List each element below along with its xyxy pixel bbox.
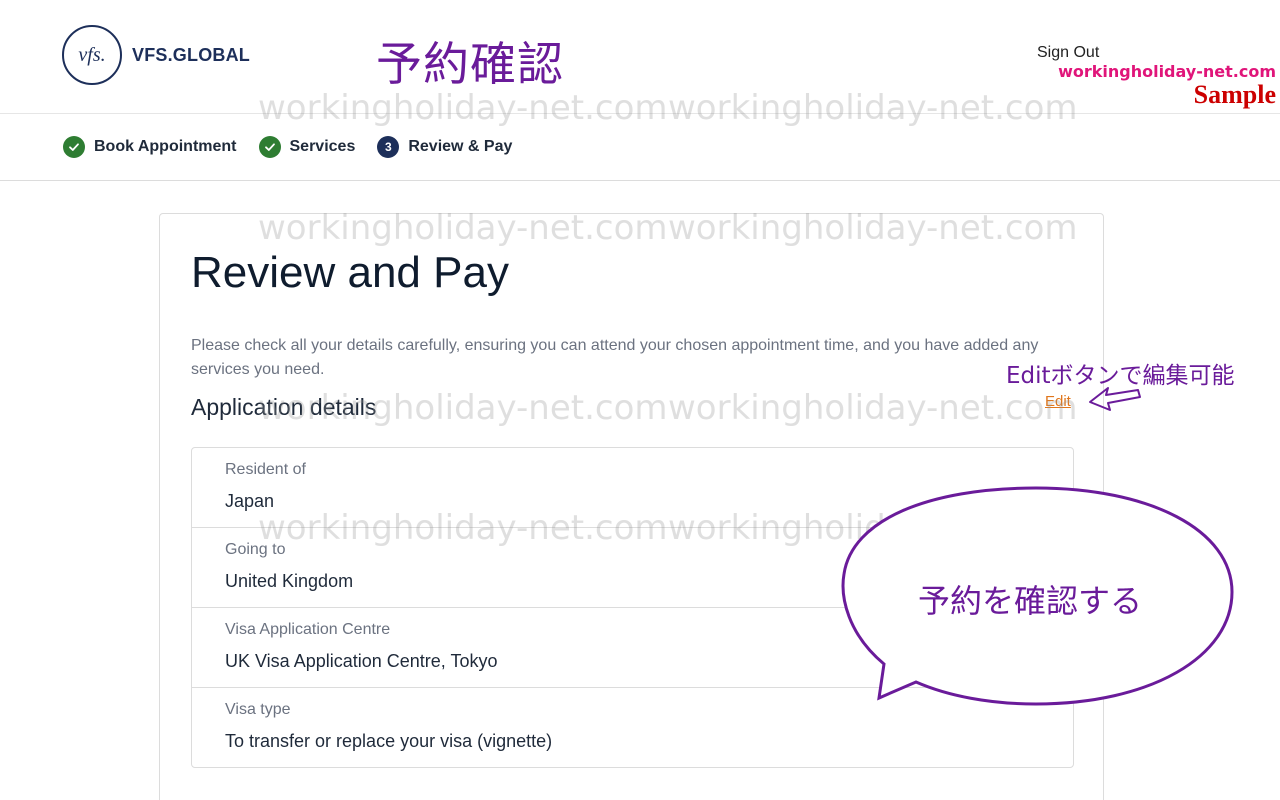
page-description: Please check all your details carefully,…	[191, 337, 1039, 378]
logo-text: VFS.GLOBAL	[132, 44, 250, 65]
annotation-bubble-text: 予約を確認する	[918, 582, 1143, 620]
progress-stepper: Book Appointment Services 3 Review & Pay	[0, 114, 1280, 181]
annotation-title: 予約確認	[376, 37, 564, 91]
step-review-pay[interactable]: 3 Review & Pay	[377, 136, 512, 158]
detail-value: To transfer or replace your visa (vignet…	[225, 731, 553, 751]
check-icon	[63, 136, 85, 158]
step-label: Services	[289, 138, 356, 155]
check-icon	[258, 136, 281, 158]
sign-out-link[interactable]: Sign Out	[1037, 44, 1099, 62]
header: vfs. VFS.GLOBAL 予約確認 Sign Out workinghol…	[0, 0, 1280, 114]
step-label: Book Appointment	[94, 138, 237, 155]
page-title: Review and Pay	[191, 248, 509, 297]
watermark-sample: Sample	[1193, 80, 1276, 109]
vfs-logo[interactable]: vfs. VFS.GLOBAL	[62, 25, 250, 85]
step-services[interactable]: Services	[258, 136, 356, 158]
watermark-site: workingholiday-net.com	[1058, 62, 1276, 81]
step-label: Review & Pay	[408, 138, 513, 155]
logo-mark: vfs.	[62, 25, 122, 85]
page: vfs. VFS.GLOBAL 予約確認 Sign Out workinghol…	[0, 0, 1280, 800]
detail-label: Resident of	[225, 461, 306, 478]
arrow-left-icon	[1086, 382, 1146, 419]
edit-link[interactable]: Edit	[1045, 393, 1071, 410]
step-book-appointment[interactable]: Book Appointment	[63, 136, 237, 158]
step-number: 3	[377, 136, 400, 158]
section-title: Application details	[191, 394, 377, 420]
